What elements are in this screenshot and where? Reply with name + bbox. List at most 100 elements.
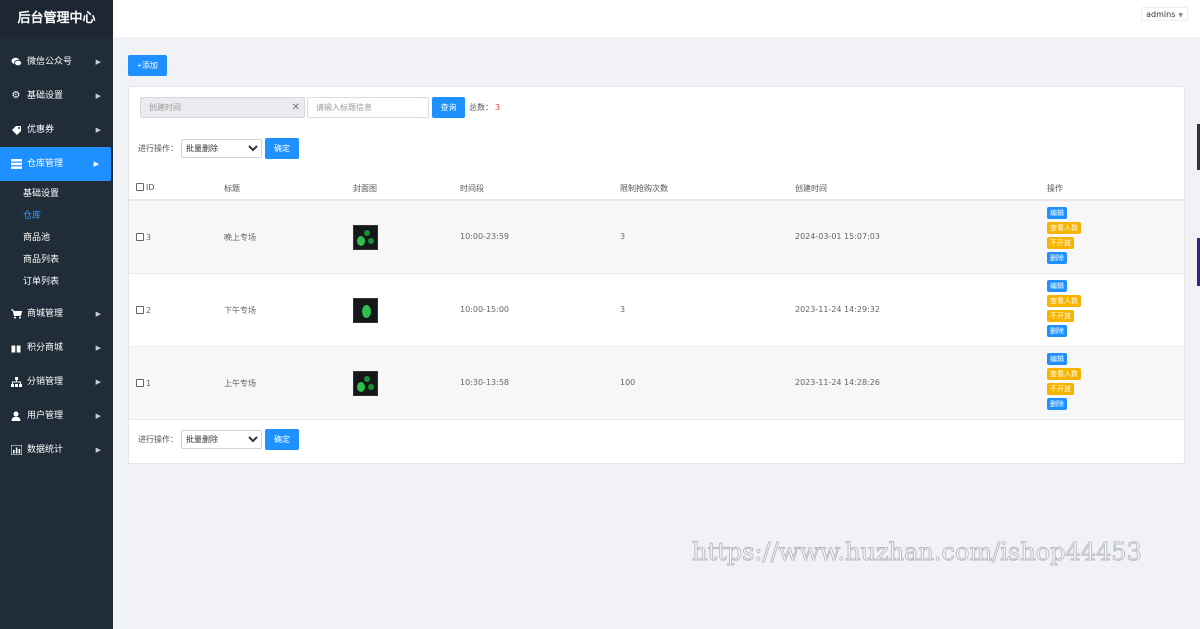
sidebar-item-label: 优惠券 <box>27 125 55 135</box>
row-checkbox[interactable] <box>136 306 144 314</box>
gear-icon: ⚙ <box>11 90 21 101</box>
total-label: 总数： <box>469 103 493 112</box>
sidebar-nav: 微信公众号 ▶ ⚙ 基础设置 ▶ 优惠券 ▶ 仓库管理 ▶ 基础设置 仓库 商品… <box>0 45 113 467</box>
select-all-checkbox[interactable] <box>136 183 144 191</box>
chevron-right-icon: ▶ <box>95 310 101 318</box>
title-search-input[interactable] <box>307 97 429 118</box>
sidebar: 后台管理中心 微信公众号 ▶ ⚙ 基础设置 ▶ 优惠券 ▶ 仓库管理 ▶ 基础设… <box>0 0 113 629</box>
chevron-right-icon: ▶ <box>95 446 101 454</box>
gift-icon <box>10 342 22 354</box>
row-created: 2023-11-24 14:28:26 <box>795 378 880 387</box>
cover-image <box>353 298 378 323</box>
column-header-title: 标题 <box>224 184 240 193</box>
row-id: 3 <box>136 233 151 242</box>
sidebar-item-basic-settings[interactable]: ⚙ 基础设置 ▶ <box>0 79 113 113</box>
sidebar-subitem-warehouse[interactable]: 仓库 <box>0 205 113 227</box>
confirm-button[interactable]: 确定 <box>265 138 299 159</box>
sidebar-subitem-product-pool[interactable]: 商品池 <box>0 227 113 249</box>
batch-select[interactable]: 批量删除 <box>181 139 262 158</box>
table-row: 1 上午专场 10:30-13:58 100 2023-11-24 14:28:… <box>129 347 1184 420</box>
server-icon <box>10 158 22 170</box>
chevron-right-icon: ▶ <box>93 160 99 168</box>
chevron-right-icon: ▶ <box>95 126 101 134</box>
table-header: ID 标题 封面图 时间段 限制抢购次数 创建时间 操作 <box>129 176 1184 201</box>
chat-icon <box>10 56 22 68</box>
brand-title: 后台管理中心 <box>0 0 113 37</box>
sidebar-item-coupons[interactable]: 优惠券 ▶ <box>0 113 113 147</box>
edit-button[interactable]: 编辑 <box>1047 207 1067 219</box>
column-header-id: ID <box>136 183 155 192</box>
column-header-time-range: 时间段 <box>460 184 484 193</box>
sidebar-item-warehouse[interactable]: 仓库管理 ▶ <box>0 147 111 181</box>
not-open-button[interactable]: 不开放 <box>1047 237 1074 249</box>
row-checkbox[interactable] <box>136 379 144 387</box>
chevron-right-icon: ▶ <box>95 58 101 66</box>
sidebar-item-label: 分销管理 <box>27 377 64 387</box>
watermark: https://www.huzhan.com/ishop44453 <box>692 538 1143 567</box>
sidebar-subitem-basic-settings[interactable]: 基础设置 <box>0 183 113 205</box>
sidebar-item-mall[interactable]: 商城管理 ▶ <box>0 297 113 331</box>
batch-actions-top: 进行操作： 批量删除 确定 <box>138 138 299 159</box>
row-id: 2 <box>136 306 151 315</box>
chevron-right-icon: ▶ <box>95 412 101 420</box>
edit-button[interactable]: 编辑 <box>1047 353 1067 365</box>
sitemap-icon <box>10 376 22 388</box>
batch-label: 进行操作： <box>138 435 178 444</box>
user-icon <box>10 410 22 422</box>
row-limit: 3 <box>620 232 626 241</box>
table-row: 3 晚上专场 10:00-23:59 3 2024-03-01 15:07:03… <box>129 201 1184 274</box>
top-bar: admins ▼ <box>113 0 1200 37</box>
bar-chart-icon <box>10 444 22 456</box>
row-created: 2023-11-24 14:29:32 <box>795 305 880 314</box>
sidebar-item-label: 商城管理 <box>27 309 64 319</box>
sidebar-item-wechat[interactable]: 微信公众号 ▶ <box>0 45 113 79</box>
not-open-button[interactable]: 不开放 <box>1047 310 1074 322</box>
view-people-button[interactable]: 查看人数 <box>1047 368 1081 380</box>
user-menu[interactable]: admins ▼ <box>1141 7 1188 21</box>
total-value: 3 <box>495 103 501 112</box>
row-checkbox[interactable] <box>136 233 144 241</box>
view-people-button[interactable]: 查看人数 <box>1047 222 1081 234</box>
date-placeholder: 创建时间 <box>149 103 181 112</box>
add-button[interactable]: +添加 <box>128 55 167 76</box>
clear-icon[interactable]: ✕ <box>292 98 300 117</box>
row-title: 晚上专场 <box>224 233 256 242</box>
sidebar-item-statistics[interactable]: 数据统计 ▶ <box>0 433 113 467</box>
batch-label: 进行操作： <box>138 144 178 153</box>
confirm-button[interactable]: 确定 <box>265 429 299 450</box>
row-actions: 编辑 查看人数 不开放 删除 <box>1047 280 1081 337</box>
sidebar-item-label: 积分商城 <box>27 343 64 353</box>
query-button[interactable]: 查询 <box>432 97 465 118</box>
delete-button[interactable]: 删除 <box>1047 325 1067 337</box>
tag-icon <box>10 124 22 136</box>
not-open-button[interactable]: 不开放 <box>1047 383 1074 395</box>
batch-select[interactable]: 批量删除 <box>181 430 262 449</box>
cover-image <box>353 225 378 250</box>
row-time-range: 10:00-23:59 <box>460 232 509 241</box>
sidebar-item-label: 用户管理 <box>27 411 64 421</box>
list-panel: 创建时间 ✕ 查询 总数：3 进行操作： 批量删除 确定 ID 标题 封面图 时… <box>128 86 1185 464</box>
date-range-input[interactable]: 创建时间 ✕ <box>140 97 305 118</box>
row-id: 1 <box>136 379 151 388</box>
total-count: 总数： 3 <box>469 102 500 113</box>
edit-button[interactable]: 编辑 <box>1047 280 1067 292</box>
row-limit: 3 <box>620 305 626 314</box>
sidebar-item-distribution[interactable]: 分销管理 ▶ <box>0 365 113 399</box>
sidebar-item-label: 微信公众号 <box>27 57 73 67</box>
sidebar-subitem-order-list[interactable]: 订单列表 <box>0 271 113 293</box>
sidebar-item-points-mall[interactable]: 积分商城 ▶ <box>0 331 113 365</box>
chevron-right-icon: ▶ <box>95 378 101 386</box>
sidebar-subnav: 基础设置 仓库 商品池 商品列表 订单列表 <box>0 181 113 297</box>
column-header-limit: 限制抢购次数 <box>620 184 668 193</box>
row-time-range: 10:30-13:58 <box>460 378 509 387</box>
view-people-button[interactable]: 查看人数 <box>1047 295 1081 307</box>
delete-button[interactable]: 删除 <box>1047 252 1067 264</box>
sidebar-item-users[interactable]: 用户管理 ▶ <box>0 399 113 433</box>
sidebar-item-label: 基础设置 <box>27 91 64 101</box>
chevron-right-icon: ▶ <box>95 92 101 100</box>
row-title: 上午专场 <box>224 379 256 388</box>
sidebar-subitem-product-list[interactable]: 商品列表 <box>0 249 113 271</box>
sidebar-item-label: 仓库管理 <box>27 159 64 169</box>
delete-button[interactable]: 删除 <box>1047 398 1067 410</box>
cover-image <box>353 371 378 396</box>
